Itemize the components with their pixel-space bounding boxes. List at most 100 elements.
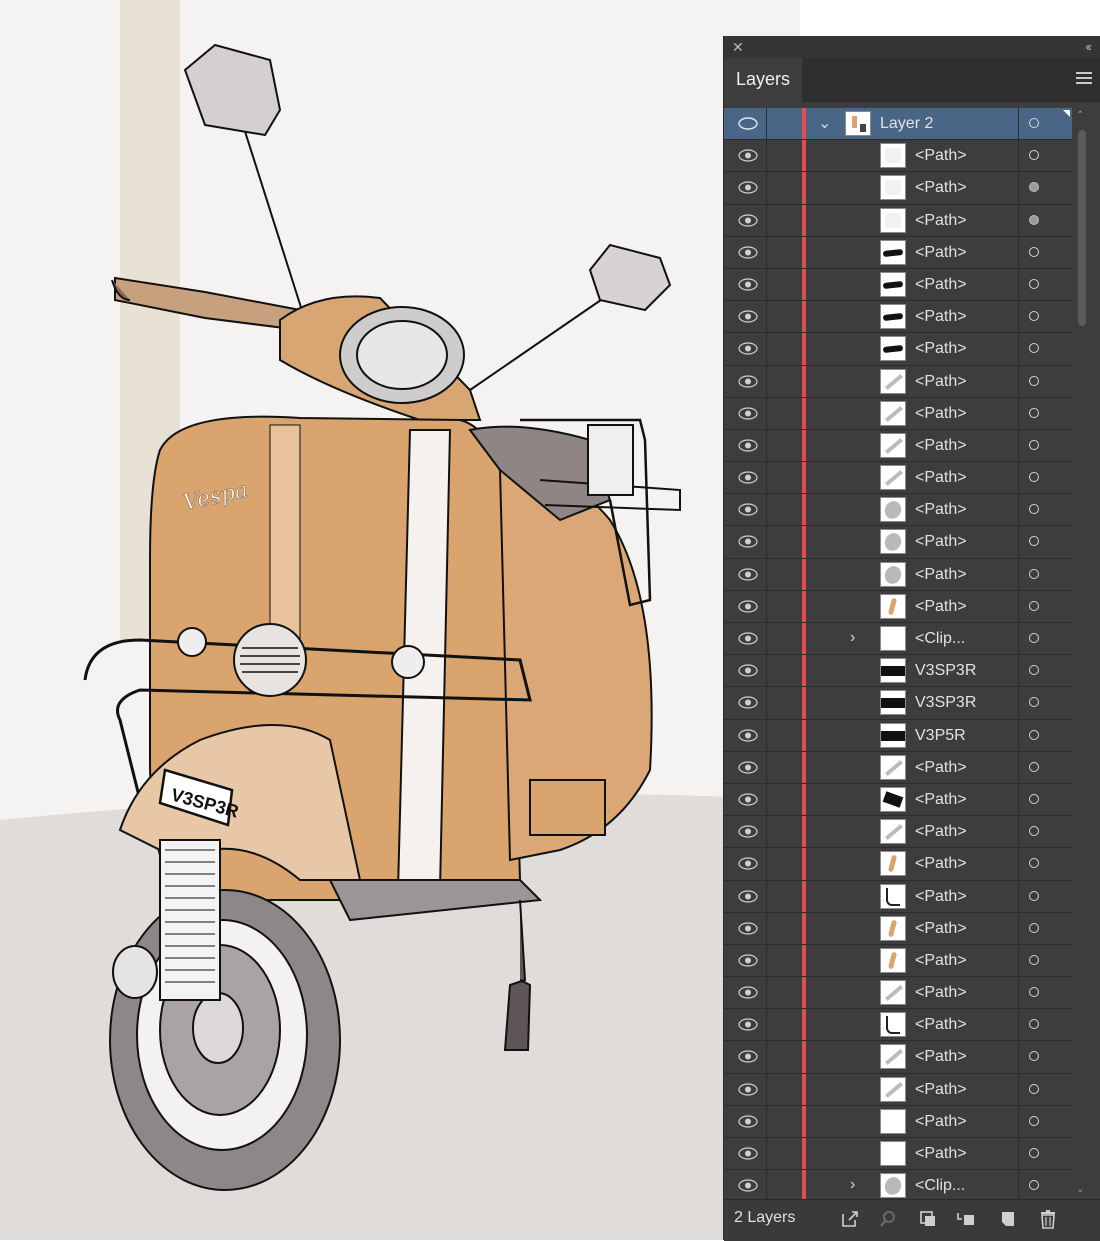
lock-column[interactable] [766, 494, 767, 526]
target-circle-icon[interactable] [1029, 1115, 1039, 1126]
target-circle-icon[interactable] [1029, 504, 1039, 515]
visibility-eye-icon[interactable] [738, 922, 758, 935]
item-name[interactable]: <Path> [915, 855, 967, 873]
layer-list-item[interactable]: <Path> [724, 301, 1072, 334]
visibility-eye-icon[interactable] [738, 535, 758, 549]
lock-column[interactable] [766, 268, 767, 301]
target-circle-icon[interactable] [1029, 246, 1039, 257]
target-circle-icon[interactable] [1029, 568, 1039, 579]
item-name[interactable]: <Path> [915, 437, 967, 455]
visibility-eye-icon[interactable] [738, 310, 758, 323]
item-name[interactable]: <Path> [915, 1113, 967, 1131]
lock-column[interactable] [766, 301, 767, 333]
visibility-eye-icon[interactable] [738, 117, 758, 130]
layer-list-item[interactable]: <Path> [724, 751, 1072, 784]
scroll-thumb[interactable] [1078, 130, 1086, 326]
target-circle-icon[interactable] [1029, 375, 1039, 386]
item-name[interactable]: <Path> [915, 212, 967, 230]
target-circle-icon[interactable] [1029, 954, 1039, 965]
item-name[interactable]: <Path> [915, 244, 967, 262]
layer-list-item[interactable]: <Path> [724, 268, 1072, 302]
item-name[interactable]: V3SP3R [915, 662, 976, 680]
visibility-eye-icon[interactable] [738, 1147, 758, 1160]
scroll-down-icon[interactable]: ⌄ [1076, 1184, 1084, 1195]
visibility-eye-icon[interactable] [738, 728, 758, 742]
scroll-up-icon[interactable]: ⌃ [1076, 110, 1084, 121]
visibility-eye-icon[interactable] [738, 954, 758, 967]
lock-column[interactable] [766, 204, 767, 236]
item-name[interactable]: <Path> [915, 791, 967, 809]
layer-list-item[interactable]: <Path> [724, 204, 1072, 237]
lock-column[interactable] [766, 397, 767, 429]
export-icon[interactable] [840, 1209, 860, 1229]
item-name[interactable]: <Path> [915, 566, 967, 584]
item-name[interactable]: <Path> [915, 1016, 967, 1034]
target-circle-icon[interactable] [1029, 439, 1039, 450]
target-circle-icon[interactable] [1029, 1051, 1039, 1062]
visibility-eye-icon[interactable] [738, 181, 758, 194]
visibility-eye-icon[interactable] [738, 149, 758, 162]
visibility-eye-icon[interactable] [738, 471, 758, 484]
lock-column[interactable] [766, 526, 767, 558]
target-circle-icon[interactable] [1029, 922, 1039, 933]
visibility-eye-icon[interactable] [738, 1115, 758, 1128]
visibility-eye-icon[interactable] [738, 986, 758, 999]
layer-list-item[interactable]: <Path> [724, 816, 1072, 849]
item-name[interactable]: <Path> [915, 759, 967, 777]
item-name[interactable]: <Path> [915, 823, 967, 841]
tab-layers[interactable]: Layers [724, 58, 802, 102]
lock-column[interactable] [766, 1105, 767, 1137]
visibility-eye-icon[interactable] [738, 1050, 758, 1064]
item-name[interactable]: <Clip... [915, 630, 965, 648]
item-name[interactable]: <Path> [915, 308, 967, 326]
lock-column[interactable] [766, 655, 767, 687]
item-name[interactable]: <Path> [915, 888, 967, 906]
layer-list-item[interactable]: V3SP3R [724, 687, 1072, 720]
lock-column[interactable] [766, 333, 767, 365]
visibility-eye-icon[interactable] [738, 761, 758, 774]
visibility-eye-icon[interactable] [738, 1083, 758, 1096]
visibility-eye-icon[interactable] [738, 278, 758, 291]
layer-list-item[interactable]: <Path> [724, 462, 1072, 495]
target-circle-icon[interactable] [1029, 278, 1039, 289]
layer-name[interactable]: Layer 2 [880, 115, 933, 133]
visibility-eye-icon[interactable] [738, 793, 758, 806]
visibility-eye-icon[interactable] [738, 568, 758, 581]
item-name[interactable]: <Path> [915, 405, 967, 423]
search-icon[interactable] [878, 1209, 898, 1229]
item-name[interactable]: <Path> [915, 1145, 967, 1163]
target-circle-icon[interactable] [1029, 826, 1039, 837]
scooter-artwork[interactable]: V3SP3R Vespa [0, 0, 800, 1240]
lock-column[interactable] [766, 944, 767, 977]
selection-indicator[interactable] [1063, 110, 1070, 117]
chevron-right-icon[interactable]: › [850, 1176, 855, 1194]
item-name[interactable]: <Path> [915, 469, 967, 487]
item-name[interactable]: <Path> [915, 501, 967, 519]
chevron-down-icon[interactable]: ⌄ [818, 113, 831, 133]
target-circle-icon[interactable] [1029, 1083, 1039, 1094]
lock-column[interactable] [766, 1170, 767, 1202]
layer-list-item[interactable]: <Path> [724, 172, 1072, 205]
visibility-eye-icon[interactable] [738, 1018, 758, 1031]
visibility-eye-icon[interactable] [738, 857, 758, 870]
lock-column[interactable] [766, 429, 767, 462]
collapse-icon[interactable]: ‹‹ [1085, 39, 1092, 54]
target-circle-icon[interactable] [1029, 343, 1039, 354]
layer-list-item[interactable]: V3P5R [724, 719, 1072, 752]
lock-column[interactable] [766, 365, 767, 397]
lock-column[interactable] [766, 623, 767, 655]
layer-list-item[interactable]: <Path> [724, 944, 1072, 978]
layer-list-item[interactable]: <Path> [724, 1009, 1072, 1042]
layer-list-item[interactable]: <Path> [724, 1138, 1072, 1171]
layer-list-item[interactable]: V3SP3R [724, 655, 1072, 688]
item-name[interactable]: <Path> [915, 340, 967, 358]
visibility-eye-icon[interactable] [738, 696, 758, 709]
item-name[interactable]: V3SP3R [915, 694, 976, 712]
layer-list-item[interactable]: <Path> [724, 558, 1072, 591]
lock-column[interactable] [766, 816, 767, 848]
panel-menu-icon[interactable] [1076, 72, 1092, 87]
item-name[interactable]: <Clip... [915, 1177, 965, 1195]
visibility-eye-icon[interactable] [738, 664, 758, 677]
target-circle-icon[interactable] [1029, 633, 1039, 643]
visibility-eye-icon[interactable] [738, 407, 758, 420]
